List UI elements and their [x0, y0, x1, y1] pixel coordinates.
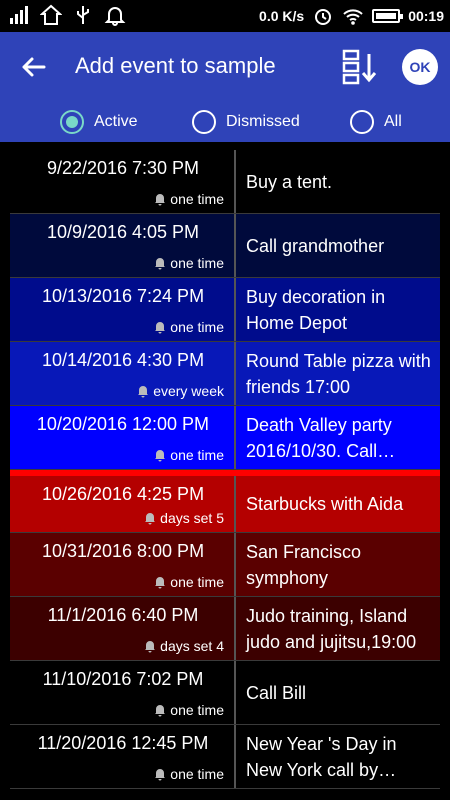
bell-icon: [153, 703, 167, 717]
event-date: 10/20/2016 12:00 PM: [36, 414, 210, 434]
event-title: Death Valley party 2016/10/30. Call…: [246, 414, 396, 461]
filter-bar: Active Dismissed All: [0, 102, 450, 142]
event-repeat: one time: [153, 766, 224, 782]
event-date: 11/10/2016 7:02 PM: [42, 669, 204, 689]
filter-dismissed[interactable]: Dismissed: [192, 110, 300, 134]
event-title: Starbucks with Aida: [246, 494, 404, 514]
event-repeat: every week: [136, 383, 224, 399]
event-repeat: days set 5: [143, 510, 224, 526]
page-title: Add event to sample: [75, 53, 276, 78]
ok-label: OK: [409, 59, 431, 75]
bell-icon: [153, 448, 167, 462]
current-time-divider: [10, 470, 440, 476]
event-repeat-label: days set 5: [160, 510, 224, 526]
bell-icon: [143, 511, 157, 525]
event-date: 10/14/2016 4:30 PM: [41, 350, 205, 370]
event-date-cell: 10/13/2016 7:24 PM one time: [10, 278, 236, 341]
event-repeat: days set 4: [143, 638, 224, 654]
status-bar: 0.0 K/s 00:19: [0, 0, 450, 32]
event-date: 10/9/2016 4:05 PM: [46, 222, 200, 242]
sort-list-icon: [342, 49, 377, 85]
event-date-cell: 11/1/2016 6:40 PM days set 4: [10, 597, 236, 660]
event-repeat: one time: [153, 447, 224, 463]
radio-selected-icon: [60, 110, 84, 134]
event-row[interactable]: 11/10/2016 7:02 PM one time Call Bill: [10, 661, 440, 725]
event-repeat-label: every week: [153, 383, 224, 399]
event-date: 10/31/2016 8:00 PM: [41, 541, 205, 561]
event-date: 10/13/2016 7:24 PM: [41, 286, 205, 306]
event-row[interactable]: 10/13/2016 7:24 PM one time Buy decorati…: [10, 278, 440, 342]
event-title: New Year 's Day in New York call by…: [246, 733, 397, 780]
event-row[interactable]: 10/9/2016 4:05 PM one time Call grandmot…: [10, 214, 440, 278]
event-date: 11/1/2016 6:40 PM: [47, 605, 199, 625]
bell-icon: [153, 575, 167, 589]
event-repeat: one time: [153, 574, 224, 590]
sort-button[interactable]: [338, 46, 380, 88]
ok-button[interactable]: OK: [402, 49, 438, 85]
event-row[interactable]: 10/20/2016 12:00 PM one time Death Valle…: [10, 406, 440, 470]
bell-icon: [153, 256, 167, 270]
network-speed: 0.0 K/s: [259, 8, 305, 24]
filter-label: Active: [94, 113, 138, 130]
event-repeat-label: one time: [170, 702, 224, 718]
event-title: Call Bill: [246, 682, 307, 703]
bell-icon: [153, 320, 167, 334]
event-repeat-label: one time: [170, 191, 224, 207]
event-date: 11/20/2016 12:45 PM: [37, 733, 209, 753]
event-title: Buy a tent.: [246, 171, 333, 192]
event-date-cell: 11/10/2016 7:02 PM one time: [10, 661, 236, 724]
signal-icon: [8, 4, 30, 26]
event-date-cell: 11/20/2016 12:45 PM one time: [10, 725, 236, 788]
event-repeat-label: one time: [170, 447, 224, 463]
event-date-cell: 9/22/2016 7:30 PM one time: [10, 150, 236, 213]
event-repeat: one time: [153, 319, 224, 335]
event-date-cell: 10/31/2016 8:00 PM one time: [10, 533, 236, 596]
event-date-cell: 10/20/2016 12:00 PM one time: [10, 406, 236, 469]
app-bar: Add event to sample OK: [0, 32, 450, 102]
event-row[interactable]: 11/20/2016 12:45 PM one time New Year 's…: [10, 725, 440, 789]
event-date-cell: 10/26/2016 4:25 PM days set 5: [10, 476, 236, 532]
event-date: 10/26/2016 4:25 PM: [41, 484, 205, 504]
bell-icon: [136, 384, 150, 398]
clock: 00:19: [408, 8, 444, 24]
filter-label: All: [384, 113, 402, 130]
notification-bell-icon: [104, 4, 126, 26]
event-date: 9/22/2016 7:30 PM: [46, 158, 200, 178]
bell-icon: [153, 192, 167, 206]
event-repeat-label: one time: [170, 255, 224, 271]
event-repeat-label: days set 4: [160, 638, 224, 654]
usb-icon: [72, 4, 94, 26]
event-date-cell: 10/14/2016 4:30 PM every week: [10, 342, 236, 405]
alarm-icon: [312, 5, 334, 27]
event-repeat-label: one time: [170, 766, 224, 782]
event-row[interactable]: 10/14/2016 4:30 PM every week Round Tabl…: [10, 342, 440, 406]
event-title: Judo training, Island judo and jujitsu,1…: [246, 605, 417, 652]
back-button[interactable]: [14, 47, 54, 87]
event-date-cell: 10/9/2016 4:05 PM one time: [10, 214, 236, 277]
radio-unselected-icon: [350, 110, 374, 134]
home-icon: [40, 4, 62, 26]
event-repeat-label: one time: [170, 319, 224, 335]
event-row[interactable]: 10/26/2016 4:25 PM days set 5 Starbucks …: [10, 476, 440, 533]
event-row[interactable]: 10/31/2016 8:00 PM one time San Francisc…: [10, 533, 440, 597]
event-repeat-label: one time: [170, 574, 224, 590]
event-repeat: one time: [153, 191, 224, 207]
radio-unselected-icon: [192, 110, 216, 134]
battery-icon: [372, 9, 404, 23]
event-row[interactable]: 9/22/2016 7:30 PM one time Buy a tent.: [10, 150, 440, 214]
arrow-left-icon: [22, 57, 46, 77]
event-repeat: one time: [153, 255, 224, 271]
bell-icon: [143, 639, 157, 653]
wifi-icon: [342, 5, 364, 27]
event-title: San Francisco symphony: [246, 541, 362, 588]
filter-label: Dismissed: [226, 113, 300, 130]
filter-active[interactable]: Active: [60, 110, 138, 134]
filter-all[interactable]: All: [350, 110, 402, 134]
bell-icon: [153, 767, 167, 781]
event-row[interactable]: 11/1/2016 6:40 PM days set 4 Judo traini…: [10, 597, 440, 661]
event-title: Buy decoration in Home Depot: [246, 286, 386, 333]
event-title: Call grandmother: [246, 235, 385, 256]
event-repeat: one time: [153, 702, 224, 718]
event-title: Round Table pizza with friends 17:00: [246, 350, 431, 397]
